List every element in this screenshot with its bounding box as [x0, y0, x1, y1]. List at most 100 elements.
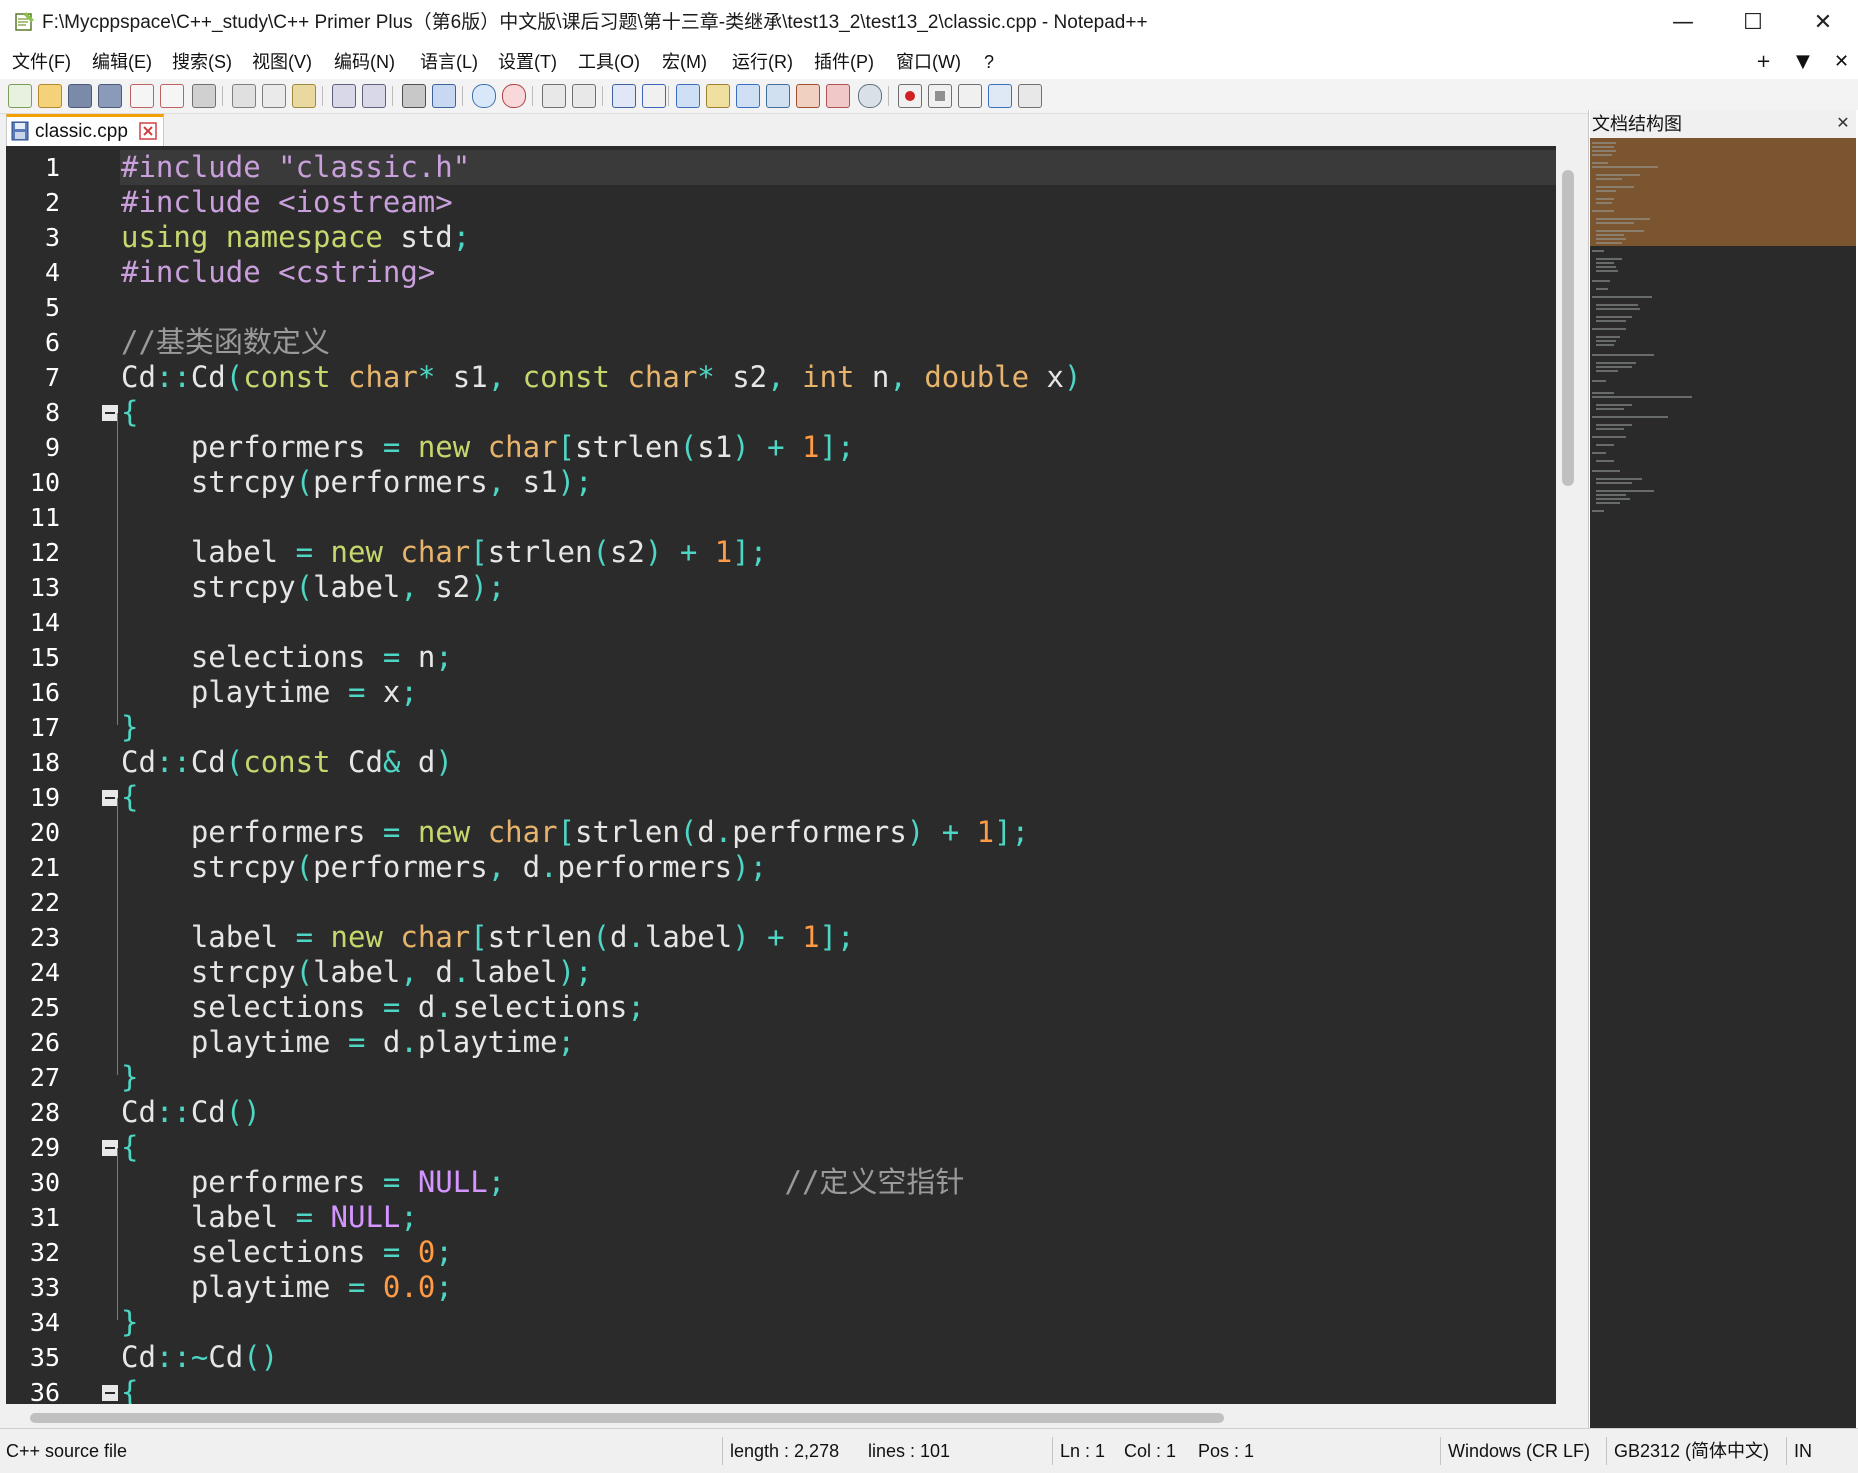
- minimap-line: [1596, 242, 1622, 244]
- code-line-text[interactable]: playtime = d.playtime;: [121, 1025, 575, 1060]
- minimap-line: [1596, 198, 1614, 200]
- code-line-text[interactable]: Cd::Cd(const char* s1, const char* s2, i…: [121, 360, 1081, 395]
- folder-workspace-icon[interactable]: [706, 84, 730, 108]
- code-line-text[interactable]: selections = d.selections;: [121, 990, 645, 1025]
- menu-window[interactable]: 窗口(W): [896, 45, 961, 79]
- code-line-text[interactable]: strcpy(performers, d.performers);: [121, 850, 767, 885]
- code-line-text[interactable]: performers = new char[strlen(s1) + 1];: [121, 430, 855, 465]
- code-line-text[interactable]: #include <iostream>: [121, 185, 453, 220]
- monitor-icon[interactable]: [826, 84, 850, 108]
- undo-icon[interactable]: [332, 84, 356, 108]
- code-line-text[interactable]: Cd::Cd(): [121, 1095, 261, 1130]
- code-line-text[interactable]: //基类函数定义: [121, 325, 330, 360]
- sync-horizontal-icon[interactable]: [572, 84, 596, 108]
- minimap-line: [1596, 320, 1626, 322]
- code-line-text[interactable]: strcpy(performers, s1);: [121, 465, 593, 500]
- indent-guide-icon[interactable]: [676, 84, 700, 108]
- redo-icon[interactable]: [362, 84, 386, 108]
- code-line-text[interactable]: Cd::Cd(const Cd& d): [121, 745, 453, 780]
- code-line-text[interactable]: using namespace std;: [121, 220, 470, 255]
- tab-list-dropdown-icon[interactable]: ▼: [1796, 45, 1810, 79]
- menu-run[interactable]: 运行(R): [732, 45, 793, 79]
- close-window-button[interactable]: ✕: [1788, 0, 1858, 45]
- menu-view[interactable]: 视图(V): [252, 45, 312, 79]
- code-line-text[interactable]: Cd::~Cd(): [121, 1340, 278, 1375]
- word-wrap-icon[interactable]: [612, 84, 636, 108]
- print-icon[interactable]: [192, 84, 216, 108]
- close-tab-x-icon[interactable]: ✕: [1834, 45, 1849, 79]
- function-list-icon[interactable]: [766, 84, 790, 108]
- status-eol-format[interactable]: Windows (CR LF): [1448, 1429, 1590, 1473]
- tab-classic-cpp[interactable]: classic.cpp: [6, 114, 164, 146]
- code-line-text[interactable]: playtime = x;: [121, 675, 418, 710]
- save-all-icon[interactable]: [98, 84, 122, 108]
- cut-icon[interactable]: [232, 84, 256, 108]
- code-line-text[interactable]: }: [121, 710, 138, 745]
- document-map-close-icon[interactable]: ✕: [1834, 114, 1852, 132]
- document-map-icon[interactable]: [736, 84, 760, 108]
- code-line-text[interactable]: {: [121, 395, 138, 430]
- menu-plugins[interactable]: 插件(P): [814, 45, 874, 79]
- copy-icon[interactable]: [262, 84, 286, 108]
- udl-icon[interactable]: [796, 84, 820, 108]
- code-line-text[interactable]: strcpy(label, d.label);: [121, 955, 593, 990]
- menu-help[interactable]: ?: [984, 45, 994, 79]
- save-macro-icon[interactable]: [1018, 84, 1042, 108]
- toolbar-separator: [602, 86, 603, 106]
- fold-toggle-icon[interactable]: [102, 405, 118, 421]
- menu-macro[interactable]: 宏(M): [662, 45, 707, 79]
- code-line-text[interactable]: performers = new char[strlen(d.performer…: [121, 815, 1029, 850]
- fold-toggle-icon[interactable]: [102, 790, 118, 806]
- code-line-text[interactable]: {: [121, 1130, 138, 1165]
- code-line-text[interactable]: strcpy(label, s2);: [121, 570, 505, 605]
- replace-icon[interactable]: [432, 84, 456, 108]
- paste-icon[interactable]: [292, 84, 316, 108]
- minimize-button[interactable]: —: [1648, 0, 1718, 45]
- code-line-text[interactable]: }: [121, 1305, 138, 1340]
- menu-language[interactable]: 语言(L): [420, 45, 478, 79]
- run-macro-multiple-icon[interactable]: [988, 84, 1012, 108]
- close-all-icon[interactable]: [160, 84, 184, 108]
- menu-settings[interactable]: 设置(T): [498, 45, 557, 79]
- minimap-line: [1596, 490, 1654, 492]
- maximize-button[interactable]: ☐: [1718, 0, 1788, 45]
- code-line-text[interactable]: performers = NULL; //定义空指针: [121, 1165, 965, 1200]
- play-macro-icon[interactable]: [958, 84, 982, 108]
- code-line-text[interactable]: label = new char[strlen(d.label) + 1];: [121, 920, 855, 955]
- menu-tools[interactable]: 工具(O): [578, 45, 640, 79]
- menu-encoding[interactable]: 编码(N): [334, 45, 395, 79]
- code-line-text[interactable]: }: [121, 1060, 138, 1095]
- preview-icon[interactable]: [858, 84, 882, 108]
- code-line-text[interactable]: label = NULL;: [121, 1200, 418, 1235]
- tab-close-icon[interactable]: [139, 122, 157, 140]
- find-icon[interactable]: [402, 84, 426, 108]
- code-line: 13 strcpy(label, s2);: [0, 570, 1556, 605]
- code-line-text[interactable]: #include <cstring>: [121, 255, 435, 290]
- code-line-text[interactable]: selections = n;: [121, 640, 453, 675]
- menu-file[interactable]: 文件(F): [12, 45, 71, 79]
- zoom-in-icon[interactable]: [472, 84, 496, 108]
- show-all-chars-icon[interactable]: [642, 84, 666, 108]
- record-macro-icon[interactable]: [898, 84, 922, 108]
- vertical-scroll-thumb[interactable]: [1562, 170, 1574, 486]
- code-line-text[interactable]: label = new char[strlen(s2) + 1];: [121, 535, 767, 570]
- code-line-text[interactable]: #include "classic.h": [121, 150, 470, 185]
- code-line-text[interactable]: {: [121, 780, 138, 815]
- code-line-text[interactable]: selections = 0;: [121, 1235, 453, 1270]
- zoom-out-icon[interactable]: [502, 84, 526, 108]
- menu-edit[interactable]: 编辑(E): [92, 45, 152, 79]
- fold-toggle-icon[interactable]: [102, 1140, 118, 1156]
- save-icon[interactable]: [68, 84, 92, 108]
- fold-toggle-icon[interactable]: [102, 1385, 118, 1401]
- stop-macro-icon[interactable]: [928, 84, 952, 108]
- new-file-icon[interactable]: [8, 84, 32, 108]
- close-icon[interactable]: [130, 84, 154, 108]
- status-insert-mode[interactable]: IN: [1794, 1429, 1812, 1473]
- new-tab-plus-icon[interactable]: +: [1756, 45, 1771, 79]
- sync-vertical-icon[interactable]: [542, 84, 566, 108]
- status-encoding[interactable]: GB2312 (简体中文): [1614, 1429, 1769, 1473]
- menu-search[interactable]: 搜索(S): [172, 45, 232, 79]
- open-file-icon[interactable]: [38, 84, 62, 108]
- horizontal-scroll-thumb[interactable]: [30, 1413, 1224, 1423]
- code-line-text[interactable]: playtime = 0.0;: [121, 1270, 453, 1305]
